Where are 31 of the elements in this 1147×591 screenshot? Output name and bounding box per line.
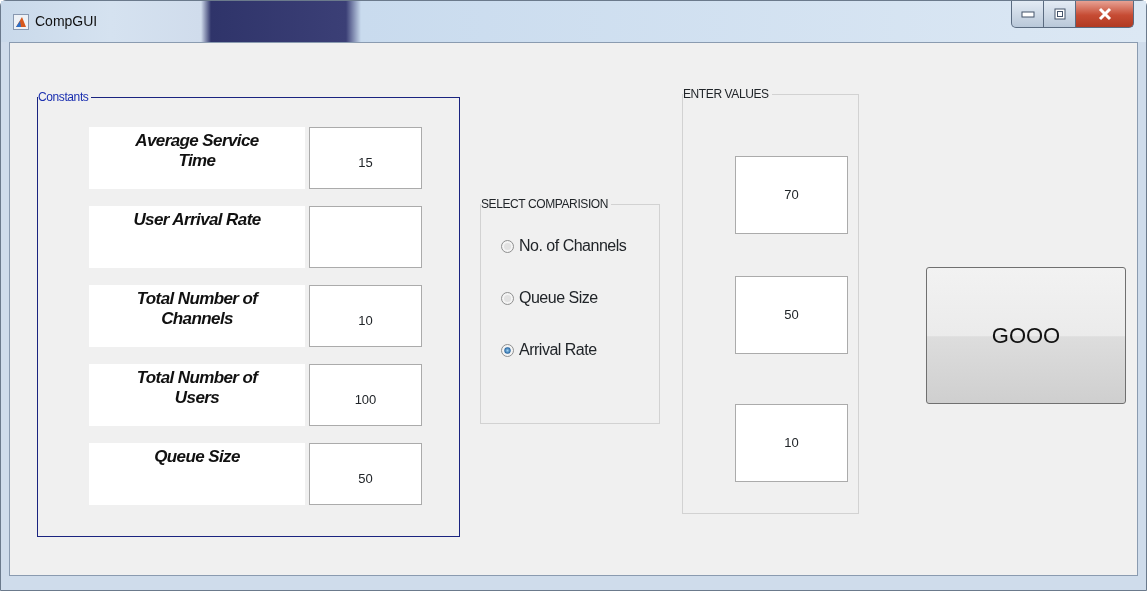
field-label: Queue Size — [89, 443, 305, 505]
maximize-button[interactable] — [1044, 1, 1076, 28]
panel-title: SELECT COMPARISION — [481, 198, 610, 210]
input-field[interactable]: 10 — [735, 404, 848, 482]
option-label: Arrival Rate — [519, 340, 597, 360]
radio-button[interactable] — [501, 239, 514, 253]
input-field[interactable] — [309, 206, 422, 268]
minimize-icon — [1020, 10, 1035, 18]
window-title: CompGUI — [35, 12, 98, 31]
minimize-button[interactable] — [1011, 1, 1044, 28]
radio-button[interactable] — [501, 291, 514, 305]
field-label: Total Number of Users — [89, 364, 305, 426]
close-icon — [1097, 7, 1112, 21]
panel-title: Constants — [38, 91, 90, 103]
radio-button[interactable] — [501, 343, 514, 357]
field-label: Total Number of Channels — [89, 285, 305, 347]
maximize-icon — [1053, 8, 1066, 20]
go-button[interactable]: GOOO — [926, 267, 1126, 404]
field-label: User Arrival Rate — [89, 206, 305, 268]
input-field[interactable]: 50 — [735, 276, 848, 354]
input-field[interactable]: 100 — [309, 364, 422, 426]
option-label: No. of Channels — [519, 236, 627, 256]
panel-title: ENTER VALUES — [683, 88, 770, 100]
app-icon — [13, 13, 29, 30]
input-field[interactable]: 50 — [309, 443, 422, 505]
close-button[interactable] — [1076, 1, 1134, 28]
field-label: Average Service Time — [89, 127, 305, 189]
input-field[interactable]: 70 — [735, 156, 848, 234]
option-label: Queue Size — [519, 288, 598, 308]
input-field[interactable]: 15 — [309, 127, 422, 189]
input-field[interactable]: 10 — [309, 285, 422, 347]
